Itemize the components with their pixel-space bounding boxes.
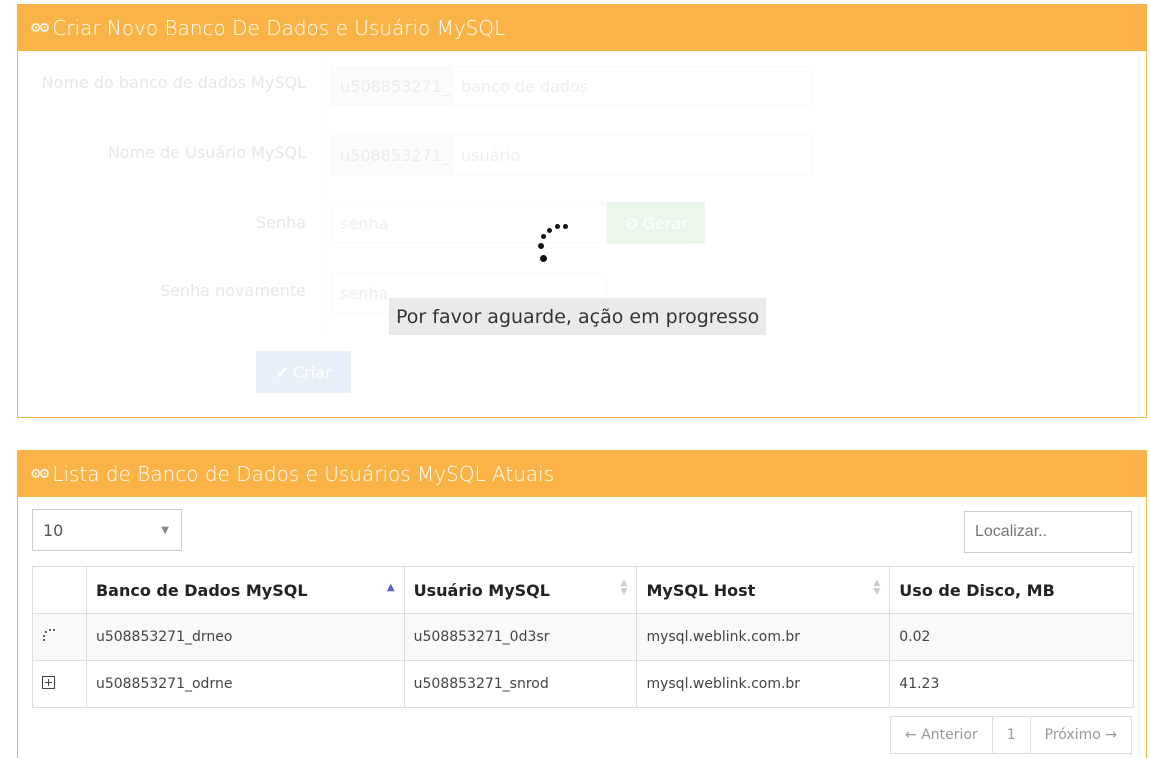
sort-icon: ▲ ▼ bbox=[873, 578, 881, 597]
host-cell: mysql.weblink.com.br bbox=[636, 613, 891, 661]
table-row: u508853271_odrne u508853271_snrod mysql.… bbox=[32, 660, 1134, 708]
column-header-disk-usage: Uso de Disco, MB bbox=[889, 566, 1134, 614]
loading-spinner-icon bbox=[42, 628, 56, 642]
generate-button-label: Gerar bbox=[642, 213, 688, 233]
disk-usage-cell: 0.02 bbox=[889, 613, 1134, 661]
list-panel-title: Lista de Banco de Dados e Usuários MySQL… bbox=[52, 462, 555, 486]
user-prefix-addon: u508853271_ bbox=[331, 135, 453, 175]
column-header-host[interactable]: MySQL Host ▲ ▼ bbox=[636, 566, 891, 614]
list-panel-heading: ⚙⚙ Lista de Banco de Dados e Usuários My… bbox=[18, 451, 1146, 497]
user-name-input[interactable]: usuário bbox=[452, 135, 812, 175]
page-length-value: 10 bbox=[43, 520, 64, 540]
create-database-panel: ⚙⚙ Criar Novo Banco De Dados e Usuário M… bbox=[17, 4, 1147, 418]
row-control[interactable] bbox=[32, 660, 87, 708]
page-length-select[interactable]: 10 ▼ bbox=[32, 509, 182, 551]
password-again-label: Senha novamente bbox=[159, 281, 306, 300]
check-icon: ✔ bbox=[275, 362, 289, 382]
password-label: Senha bbox=[255, 213, 306, 232]
create-panel-heading: ⚙⚙ Criar Novo Banco De Dados e Usuário M… bbox=[18, 5, 1146, 51]
user-name-cell: u508853271_0d3sr bbox=[403, 613, 638, 661]
db-prefix-addon: u508853271_ bbox=[331, 66, 453, 106]
wait-message: Por favor aguarde, ação em progresso bbox=[389, 298, 767, 335]
page-1-button[interactable]: 1 bbox=[991, 716, 1031, 754]
row-control[interactable] bbox=[32, 613, 87, 661]
previous-page-button[interactable]: ← Anterior bbox=[890, 716, 993, 754]
next-page-button[interactable]: Próximo → bbox=[1029, 716, 1132, 754]
database-name-cell: u508853271_drneo bbox=[85, 613, 405, 661]
form-divider bbox=[320, 61, 321, 331]
pagination: ← Anterior 1 Próximo → bbox=[890, 716, 1132, 754]
sort-icon: ▲ ▼ bbox=[620, 578, 628, 597]
user-name-cell: u508853271_snrod bbox=[403, 660, 638, 708]
expand-column-header bbox=[32, 566, 87, 614]
create-panel-title: Criar Novo Banco De Dados e Usuário MySQ… bbox=[52, 16, 506, 40]
loading-spinner-icon bbox=[518, 216, 578, 276]
db-name-input[interactable]: banco de dados bbox=[452, 66, 812, 106]
cogs-icon: ⚙⚙ bbox=[30, 466, 50, 482]
user-name-label: Nome de Usuário MySQL bbox=[107, 143, 306, 162]
cogs-icon: ⚙⚙ bbox=[30, 20, 50, 36]
create-button-label: Criar bbox=[292, 362, 332, 382]
host-cell: mysql.weblink.com.br bbox=[636, 660, 891, 708]
disk-usage-cell: 41.23 bbox=[889, 660, 1134, 708]
create-button[interactable]: ✔ Criar bbox=[256, 351, 351, 393]
expand-plus-icon[interactable] bbox=[42, 675, 55, 689]
search-input[interactable]: Localizar.. bbox=[964, 511, 1132, 553]
column-header-user[interactable]: Usuário MySQL ▲ ▼ bbox=[403, 566, 638, 614]
table-row: u508853271_drneo u508853271_0d3sr mysql.… bbox=[32, 613, 1134, 661]
sort-asc-icon: ▲ bbox=[386, 582, 395, 593]
column-header-database[interactable]: Banco de Dados MySQL ▲ bbox=[85, 566, 405, 614]
db-name-label: Nome do banco de dados MySQL bbox=[41, 73, 306, 92]
chevron-down-icon: ▼ bbox=[161, 524, 169, 536]
databases-table: Banco de Dados MySQL ▲ Usuário MySQL ▲ ▼ … bbox=[32, 566, 1134, 708]
database-name-cell: u508853271_odrne bbox=[85, 660, 405, 708]
database-list-panel: ⚙⚙ Lista de Banco de Dados e Usuários My… bbox=[17, 450, 1147, 758]
cog-icon: ⚙ bbox=[624, 213, 639, 233]
generate-password-button[interactable]: ⚙ Gerar bbox=[607, 202, 705, 244]
